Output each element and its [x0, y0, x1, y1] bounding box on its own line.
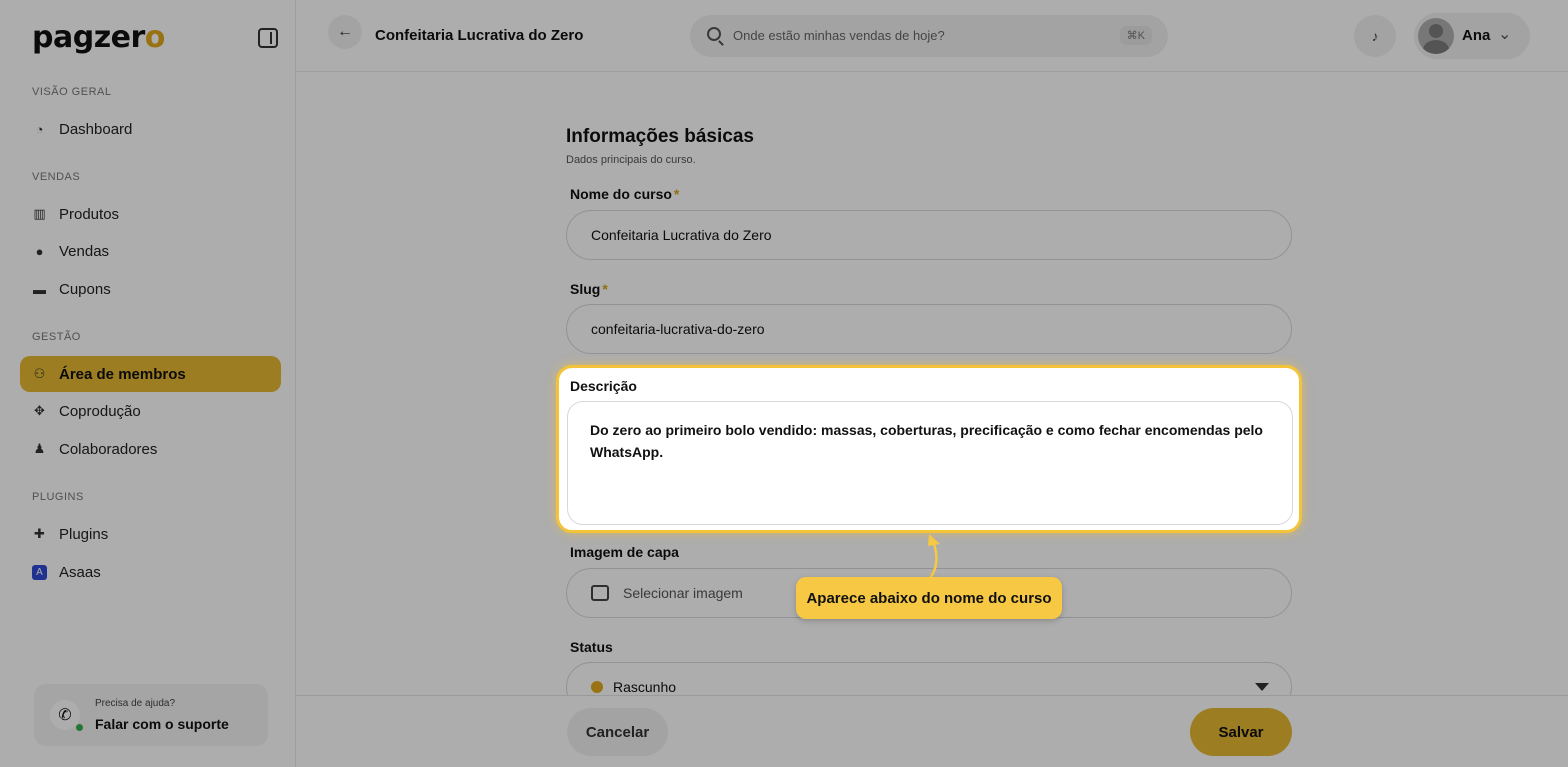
description-spotlight: Descrição Do zero ao primeiro bolo vendi…	[556, 365, 1302, 533]
description-label: Descrição	[570, 378, 637, 394]
tooltip-arrow-icon	[928, 534, 940, 579]
description-textarea[interactable]: Do zero ao primeiro bolo vendido: massas…	[567, 401, 1293, 525]
tour-tooltip: Aparece abaixo do nome do curso	[796, 577, 1062, 619]
